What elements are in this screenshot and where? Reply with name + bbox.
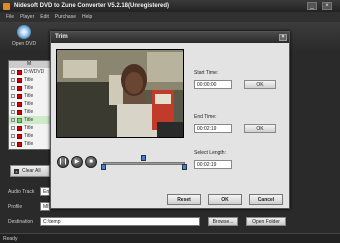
open-dvd-label: Open DVD — [11, 41, 37, 47]
status-bar: Ready — [0, 233, 340, 243]
video-preview — [56, 49, 184, 138]
trim-slider-track[interactable] — [103, 162, 185, 165]
start-time-input[interactable]: 00:00:00 — [194, 80, 232, 89]
list-item-label: D:WDVD — [24, 69, 45, 75]
expand-icon[interactable] — [11, 70, 15, 74]
menu-help[interactable]: Help — [82, 14, 92, 20]
browse-button[interactable]: Browse... — [208, 217, 238, 226]
end-handle[interactable] — [182, 164, 187, 170]
checkbox[interactable] — [17, 69, 22, 75]
title-bar: Nidesoft DVD to Zune Converter V5.2.18(U… — [0, 0, 340, 12]
list-header: M — [9, 61, 51, 68]
end-time-ok-button[interactable]: OK — [244, 124, 276, 133]
expand-icon[interactable] — [11, 126, 15, 130]
checkbox[interactable] — [17, 141, 22, 147]
status-text: Ready — [3, 236, 18, 242]
destination-input[interactable]: C:\temp — [40, 217, 200, 226]
list-item-label: Title — [24, 125, 34, 131]
menu-bar: File Player Edit Purchase Help — [0, 12, 340, 22]
list-item-label: Title — [24, 85, 34, 91]
select-length-label: Select Length: — [194, 150, 226, 156]
menu-file[interactable]: File — [6, 14, 14, 20]
clear-all-label: Clear All — [22, 168, 41, 174]
destination-label: Destination — [8, 219, 34, 225]
expand-icon[interactable] — [11, 102, 15, 106]
list-item-label: Title — [24, 133, 34, 139]
select-length-value: 00:02:19 — [194, 160, 232, 169]
ok-button[interactable]: OK — [208, 194, 242, 205]
checkbox[interactable] — [17, 125, 22, 131]
list-item-label: Title — [24, 117, 34, 123]
expand-icon[interactable] — [11, 142, 15, 146]
checkbox[interactable] — [17, 133, 22, 139]
start-time-label: Start Time: — [194, 70, 219, 76]
list-item[interactable]: Title — [9, 84, 51, 92]
checkbox[interactable] — [17, 85, 22, 91]
audio-track-label: Audio Track — [8, 189, 35, 195]
play-button[interactable]: ▶ — [71, 156, 83, 168]
start-handle[interactable] — [101, 164, 106, 170]
list-item-label: Title — [24, 101, 34, 107]
start-time-ok-button[interactable]: OK — [244, 80, 276, 89]
window-title: Nidesoft DVD to Zune Converter V5.2.18(U… — [14, 3, 170, 9]
dvd-disc-icon — [17, 25, 31, 39]
list-item[interactable]: Title — [9, 124, 51, 132]
list-item[interactable]: Title — [9, 132, 51, 140]
checkbox[interactable] — [17, 109, 22, 115]
expand-icon[interactable] — [11, 86, 15, 90]
list-item-label: Title — [24, 109, 34, 115]
open-folder-button[interactable]: Open Folder — [246, 217, 286, 226]
checkbox[interactable] — [17, 101, 22, 107]
trim-dialog-title-bar: Trim × — [51, 32, 289, 43]
close-dialog-button[interactable]: × — [279, 34, 287, 41]
pause-button[interactable]: ❙❙ — [57, 156, 69, 168]
clear-all-button[interactable]: × Clear All — [10, 165, 50, 177]
list-item[interactable]: Title — [9, 108, 51, 116]
menu-purchase[interactable]: Purchase — [55, 14, 76, 20]
list-item-label: Title — [24, 77, 34, 83]
stop-button[interactable]: ■ — [85, 156, 97, 168]
reset-button[interactable]: Reset — [167, 194, 201, 205]
close-window-button[interactable]: × — [322, 2, 332, 10]
title-list: M D:WDVD Title Title Title Title Title T… — [8, 60, 52, 150]
app-logo-icon — [3, 2, 10, 10]
list-item[interactable]: Title — [9, 140, 51, 148]
expand-icon[interactable] — [11, 78, 15, 82]
checkbox[interactable] — [17, 77, 22, 83]
cancel-button[interactable]: Cancel — [249, 194, 283, 205]
list-item-selected[interactable]: Title — [9, 116, 51, 124]
profile-label: Profile — [8, 204, 23, 210]
list-item[interactable]: D:WDVD — [9, 68, 51, 76]
video-frame — [57, 50, 183, 137]
minimize-button[interactable]: _ — [307, 2, 317, 10]
list-item[interactable]: Title — [9, 92, 51, 100]
position-handle[interactable] — [141, 155, 146, 161]
expand-icon[interactable] — [11, 110, 15, 114]
menu-edit[interactable]: Edit — [40, 14, 49, 20]
list-item[interactable]: Title — [9, 100, 51, 108]
expand-icon[interactable] — [11, 118, 15, 122]
clear-icon: × — [14, 168, 19, 174]
trim-dialog-title: Trim — [55, 34, 68, 40]
end-time-input[interactable]: 00:02:19 — [194, 124, 232, 133]
audio-track-select[interactable]: En — [40, 187, 50, 196]
list-item-label: Title — [24, 141, 34, 147]
profile-select[interactable]: MI — [40, 202, 50, 211]
open-dvd-button[interactable]: Open DVD — [4, 24, 44, 50]
checkbox[interactable] — [17, 117, 22, 123]
menu-player[interactable]: Player — [20, 14, 34, 20]
end-time-label: End Time: — [194, 114, 217, 120]
expand-icon[interactable] — [11, 134, 15, 138]
expand-icon[interactable] — [11, 94, 15, 98]
trim-dialog: Trim × ❙❙ ▶ ■ Start Time: 00:00:00 OK En… — [50, 31, 290, 209]
app-window: Nidesoft DVD to Zune Converter V5.2.18(U… — [0, 0, 340, 243]
list-item-label: Title — [24, 93, 34, 99]
checkbox[interactable] — [17, 93, 22, 99]
list-item[interactable]: Title — [9, 76, 51, 84]
